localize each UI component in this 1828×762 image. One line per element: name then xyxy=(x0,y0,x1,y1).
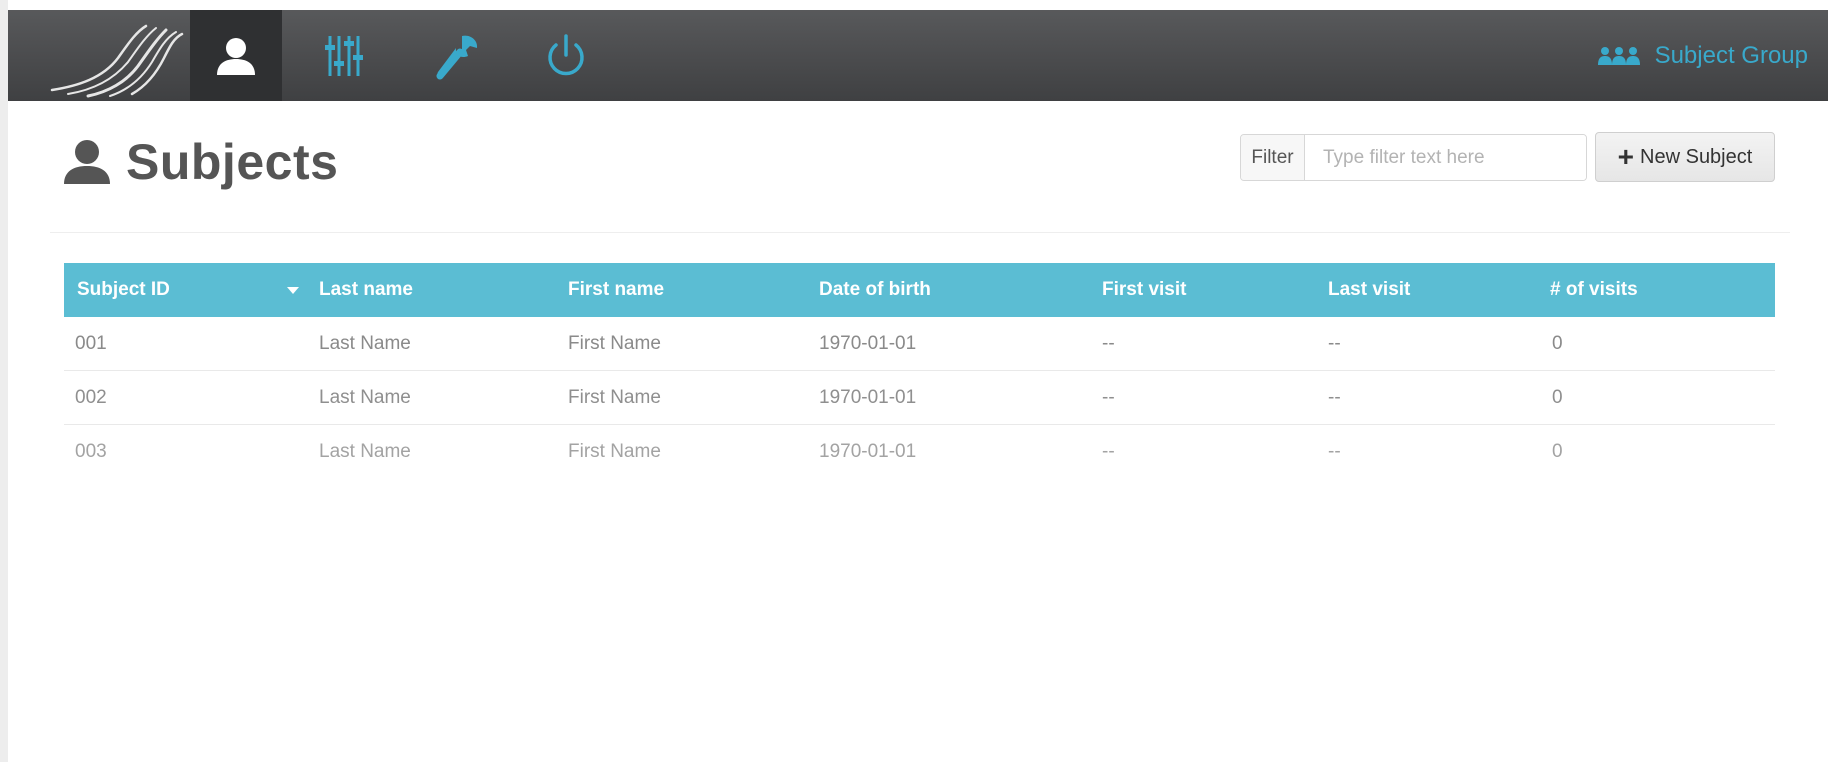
column-header-last-visit[interactable]: Last visit xyxy=(1328,263,1528,317)
cell-last-name: Last Name xyxy=(319,386,411,408)
users-group-icon xyxy=(1597,46,1640,65)
app-logo xyxy=(50,24,184,98)
cell-subject-id: 002 xyxy=(75,386,107,408)
filter-input[interactable] xyxy=(1305,135,1586,180)
wrench-icon xyxy=(436,35,478,79)
cell-first-name: First Name xyxy=(568,440,661,462)
cell-last-name: Last Name xyxy=(319,440,411,462)
cell-last-visit: -- xyxy=(1328,440,1341,462)
cell-last-visit: -- xyxy=(1328,332,1341,354)
column-header-label: Date of birth xyxy=(819,279,931,300)
nav-tools-button[interactable] xyxy=(410,10,502,101)
plus-icon: + xyxy=(1617,141,1635,172)
cell-first-visit: -- xyxy=(1102,440,1115,462)
new-subject-button[interactable]: + New Subject xyxy=(1595,132,1775,182)
subjects-table: Subject ID Last name First name Date of … xyxy=(64,263,1775,479)
filter-label: Filter xyxy=(1241,135,1305,180)
table-row[interactable]: 003 Last Name First Name 1970-01-01 -- -… xyxy=(64,425,1775,479)
subject-group-label: Subject Group xyxy=(1654,41,1808,69)
cell-date-of-birth: 1970-01-01 xyxy=(819,440,917,462)
power-icon xyxy=(548,33,584,75)
column-header-subject-id[interactable]: Subject ID xyxy=(77,263,317,317)
cell-first-visit: -- xyxy=(1102,386,1115,408)
column-header-label: First name xyxy=(568,279,665,300)
cell-visit-count: 0 xyxy=(1552,332,1563,354)
column-header-date-of-birth[interactable]: Date of birth xyxy=(819,263,1039,317)
table-row[interactable]: 001 Last Name First Name 1970-01-01 -- -… xyxy=(64,317,1775,371)
column-header-label: Subject ID xyxy=(77,279,170,300)
column-header-label: First visit xyxy=(1102,279,1187,300)
new-subject-label: New Subject xyxy=(1640,145,1753,168)
column-header-first-name[interactable]: First name xyxy=(568,263,768,317)
sort-descending-icon xyxy=(287,286,299,294)
sliders-icon xyxy=(325,35,363,76)
cell-date-of-birth: 1970-01-01 xyxy=(819,386,917,408)
cell-subject-id: 003 xyxy=(75,440,107,462)
column-header-label: Last name xyxy=(319,279,413,300)
header-divider xyxy=(50,232,1790,233)
column-header-label: Last visit xyxy=(1328,279,1411,300)
cell-date-of-birth: 1970-01-01 xyxy=(819,332,917,354)
user-icon xyxy=(217,37,255,75)
cell-last-name: Last Name xyxy=(319,332,411,354)
column-header-label: # of visits xyxy=(1550,279,1638,300)
cell-subject-id: 001 xyxy=(75,332,107,354)
table-row[interactable]: 002 Last Name First Name 1970-01-01 -- -… xyxy=(64,371,1775,425)
column-header-last-name[interactable]: Last name xyxy=(287,263,527,317)
window-edge xyxy=(0,0,8,762)
nav-settings-button[interactable] xyxy=(298,10,390,101)
filter-group: Filter xyxy=(1240,134,1587,181)
nav-subjects-button[interactable] xyxy=(190,10,282,101)
page-title: Subjects xyxy=(126,134,339,190)
table-header: Subject ID Last name First name Date of … xyxy=(64,263,1775,317)
cell-last-visit: -- xyxy=(1328,386,1341,408)
cell-visit-count: 0 xyxy=(1552,440,1563,462)
cell-first-name: First Name xyxy=(568,332,661,354)
cell-visit-count: 0 xyxy=(1552,386,1563,408)
column-header-visit-count[interactable]: # of visits xyxy=(1550,263,1750,317)
cell-first-visit: -- xyxy=(1102,332,1115,354)
subject-group-link[interactable]: Subject Group xyxy=(1597,10,1808,101)
page-header: Subjects xyxy=(62,132,338,192)
user-icon xyxy=(64,140,110,184)
cell-first-name: First Name xyxy=(568,386,661,408)
column-header-first-visit[interactable]: First visit xyxy=(1102,263,1302,317)
nav-power-button[interactable] xyxy=(520,10,612,101)
top-navbar: Subject Group xyxy=(8,10,1828,101)
